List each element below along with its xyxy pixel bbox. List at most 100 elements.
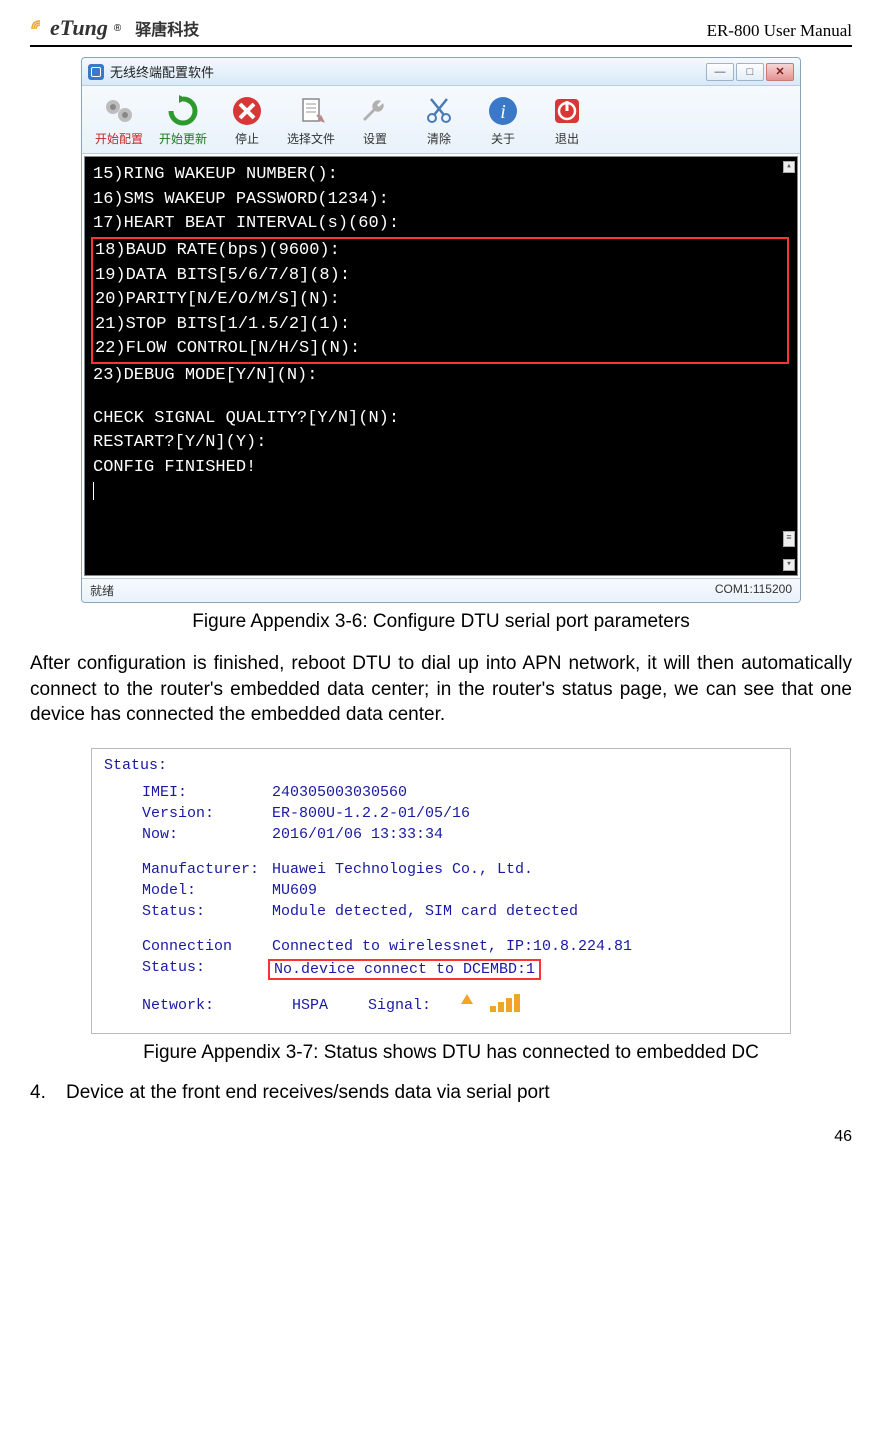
titlebar: 无线终端配置软件 — □ ✕ — [82, 58, 800, 86]
toolbar-label: 停止 — [235, 130, 259, 147]
status-value: Huawei Technologies Co., Ltd. — [272, 861, 533, 878]
numbered-item: 4. Device at the front end receives/send… — [30, 1082, 852, 1104]
stop-button[interactable]: 停止 — [216, 90, 278, 149]
status-label: Manufacturer: — [142, 861, 272, 878]
terminal-line: CHECK SIGNAL QUALITY?[Y/N](N): — [93, 407, 789, 432]
stop-icon — [228, 92, 266, 130]
terminal-line: 17)HEART BEAT INTERVAL(s)(60): — [93, 212, 789, 237]
list-text: Device at the front end receives/sends d… — [66, 1082, 550, 1104]
registered-icon: ® — [114, 23, 121, 34]
toolbar-label: 开始更新 — [159, 130, 207, 147]
info-icon: i — [484, 92, 522, 130]
status-value: HSPA — [292, 997, 328, 1014]
logo-cn: 驿唐科技 — [135, 16, 199, 40]
power-icon — [548, 92, 586, 130]
signal-icon — [461, 994, 520, 1017]
toolbar: 开始配置 开始更新 停止 选择文件 设置 — [82, 86, 800, 154]
toolbar-label: 选择文件 — [287, 130, 335, 147]
status-value: 240305003030560 — [272, 784, 407, 801]
window-controls: — □ ✕ — [706, 63, 794, 81]
scroll-thumb[interactable]: ≡ — [783, 531, 795, 547]
status-label: Network: — [142, 997, 272, 1014]
status-left: 就绪 — [90, 582, 114, 599]
status-row-imei: IMEI: 240305003030560 — [142, 784, 778, 801]
logo-text: eTung — [50, 15, 108, 41]
clear-button[interactable]: 清除 — [408, 90, 470, 149]
about-button[interactable]: i 关于 — [472, 90, 534, 149]
file-icon — [292, 92, 330, 130]
config-app-window: 无线终端配置软件 — □ ✕ 开始配置 开始更新 停止 — [81, 57, 801, 603]
status-label: Now: — [142, 826, 272, 843]
minimize-button[interactable]: — — [706, 63, 734, 81]
doc-title: ER-800 User Manual — [707, 21, 852, 41]
status-value: MU609 — [272, 882, 317, 899]
start-update-button[interactable]: 开始更新 — [152, 90, 214, 149]
signal-label: Signal: — [368, 997, 431, 1014]
select-file-button[interactable]: 选择文件 — [280, 90, 342, 149]
settings-button[interactable]: 设置 — [344, 90, 406, 149]
spacer — [142, 924, 778, 938]
terminal-line: 18)BAUD RATE(bps)(9600): — [95, 239, 785, 264]
terminal-wrap: ▴ 15)RING WAKEUP NUMBER(): 16)SMS WAKEUP… — [82, 154, 800, 578]
status-label: Version: — [142, 805, 272, 822]
status-value: Connected to wirelessnet, IP:10.8.224.81 — [272, 938, 632, 955]
terminal-output[interactable]: ▴ 15)RING WAKEUP NUMBER(): 16)SMS WAKEUP… — [84, 156, 798, 576]
status-value-highlighted: No.device connect to DCEMBD:1 — [268, 959, 541, 980]
terminal-line: CONFIG FINISHED! — [93, 456, 789, 481]
terminal-line: 23)DEBUG MODE[Y/N](N): — [93, 364, 789, 389]
status-label: Model: — [142, 882, 272, 899]
status-row-network: Network: HSPA Signal: — [142, 994, 778, 1017]
terminal-line: RESTART?[Y/N](Y): — [93, 431, 789, 456]
antenna-icon — [30, 17, 44, 31]
status-label: IMEI: — [142, 784, 272, 801]
scissors-icon — [420, 92, 458, 130]
terminal-line: 16)SMS WAKEUP PASSWORD(1234): — [93, 188, 789, 213]
status-value: ER-800U-1.2.2-01/05/16 — [272, 805, 470, 822]
statusbar: 就绪 COM1:115200 — [82, 578, 800, 602]
status-row-now: Now: 2016/01/06 13:33:34 — [142, 826, 778, 843]
toolbar-label: 开始配置 — [95, 130, 143, 147]
app-icon — [88, 64, 104, 80]
window-title: 无线终端配置软件 — [110, 62, 214, 81]
status-panel: Status: IMEI: 240305003030560 Version: E… — [91, 748, 791, 1034]
status-grid: IMEI: 240305003030560 Version: ER-800U-1… — [104, 784, 778, 1017]
terminal-line: 22)FLOW CONTROL[N/H/S](N): — [95, 337, 785, 362]
exit-button[interactable]: 退出 — [536, 90, 598, 149]
logo-block: eTung ® 驿唐科技 — [30, 15, 199, 41]
status-value: 2016/01/06 13:33:34 — [272, 826, 443, 843]
status-row-status2: Status: No.device connect to DCEMBD:1 — [142, 959, 778, 980]
terminal-line: 15)RING WAKEUP NUMBER(): — [93, 163, 789, 188]
scroll-down-icon[interactable]: ▾ — [783, 559, 795, 571]
terminal-line: 19)DATA BITS[5/6/7/8](8): — [95, 264, 785, 289]
toolbar-label: 退出 — [555, 130, 579, 147]
status-label: Connection — [142, 938, 272, 955]
cursor-icon — [93, 482, 94, 500]
terminal-cursor-line — [93, 481, 789, 506]
status-label: Status: — [142, 903, 272, 920]
figure-caption-36: Figure Appendix 3-6: Configure DTU seria… — [30, 611, 852, 633]
status-row-version: Version: ER-800U-1.2.2-01/05/16 — [142, 805, 778, 822]
gears-icon — [100, 92, 138, 130]
list-number: 4. — [30, 1082, 52, 1104]
refresh-icon — [164, 92, 202, 130]
status-row-status: Status: Module detected, SIM card detect… — [142, 903, 778, 920]
toolbar-label: 关于 — [491, 130, 515, 147]
start-config-button[interactable]: 开始配置 — [88, 90, 150, 149]
terminal-line: 20)PARITY[N/E/O/M/S](N): — [95, 288, 785, 313]
titlebar-left: 无线终端配置软件 — [88, 62, 214, 81]
figure-caption-37: Figure Appendix 3-7: Status shows DTU ha… — [50, 1042, 852, 1064]
status-label: Status: — [142, 959, 272, 980]
scroll-up-icon[interactable]: ▴ — [783, 161, 795, 173]
toolbar-label: 设置 — [363, 130, 387, 147]
wrench-icon — [356, 92, 394, 130]
status-row-connection: Connection Connected to wirelessnet, IP:… — [142, 938, 778, 955]
highlight-box: 18)BAUD RATE(bps)(9600): 19)DATA BITS[5/… — [91, 237, 789, 364]
status-title: Status: — [104, 757, 778, 774]
spacer — [142, 847, 778, 861]
spacer — [93, 389, 789, 407]
status-row-model: Model: MU609 — [142, 882, 778, 899]
maximize-button[interactable]: □ — [736, 63, 764, 81]
svg-text:i: i — [500, 101, 506, 123]
close-button[interactable]: ✕ — [766, 63, 794, 81]
status-value: Module detected, SIM card detected — [272, 903, 578, 920]
